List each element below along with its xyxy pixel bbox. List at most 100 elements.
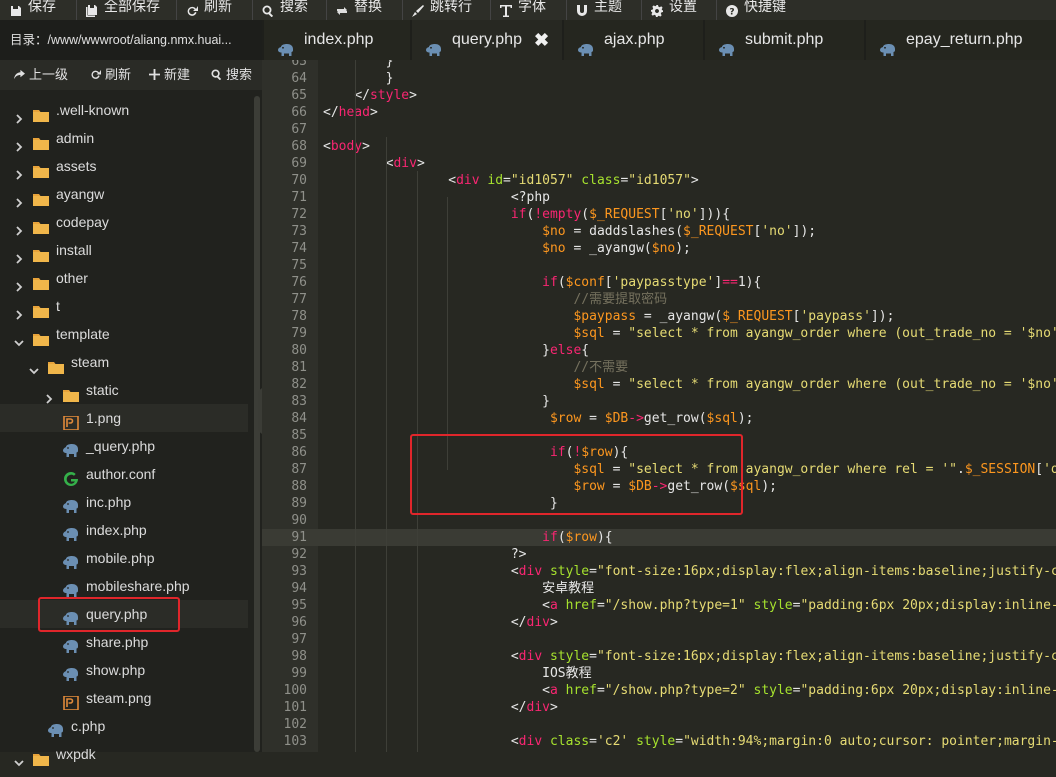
- toolbar-button-label: 搜索: [280, 0, 308, 14]
- code-line[interactable]: 73 $no = daddslashes($_REQUEST['no']);: [262, 223, 1056, 240]
- code-line[interactable]: 77 //需要提取密码: [262, 291, 1056, 308]
- tree-folder[interactable]: .well-known: [0, 96, 248, 124]
- code-line[interactable]: 74 $no = _ayangw($no);: [262, 240, 1056, 257]
- code-line[interactable]: 65 </style>: [262, 87, 1056, 104]
- toolbar-save-button[interactable]: 保存: [10, 0, 56, 18]
- tree-folder[interactable]: admin: [0, 124, 248, 152]
- tree-folder[interactable]: t: [0, 292, 248, 320]
- sidebar-share-button[interactable]: 上一级: [14, 60, 68, 90]
- sidebar-search-button[interactable]: 搜索: [211, 60, 252, 90]
- tab-index-php[interactable]: index.php: [264, 20, 410, 60]
- save-all-icon: [86, 0, 98, 18]
- code-line[interactable]: 69 <div>: [262, 155, 1056, 172]
- code-line[interactable]: 102: [262, 716, 1056, 733]
- tree-folder[interactable]: wxpdk: [0, 740, 248, 768]
- tree-item-label: index.php: [86, 522, 147, 538]
- code-line[interactable]: 64 }: [262, 70, 1056, 87]
- tree-folder[interactable]: install: [0, 236, 248, 264]
- code-line[interactable]: 93 <div style="font-size:16px;display:fl…: [262, 563, 1056, 580]
- chevron-right-icon[interactable]: [14, 189, 24, 208]
- chevron-down-icon[interactable]: [14, 329, 24, 347]
- tree-file[interactable]: index.php: [0, 516, 248, 544]
- chevron-right-icon[interactable]: [14, 161, 24, 180]
- code-line[interactable]: 76 if($conf['paypasstype']==1){: [262, 274, 1056, 291]
- code-line[interactable]: 78 $paypass = _ayangw($_REQUEST['paypass…: [262, 308, 1056, 325]
- tree-file[interactable]: author.conf: [0, 460, 248, 488]
- tree-folder[interactable]: codepay: [0, 208, 248, 236]
- code-line[interactable]: 100 <a href="/show.php?type=2" style="pa…: [262, 682, 1056, 699]
- chevron-down-icon[interactable]: [14, 749, 24, 767]
- tab-epay-return-php[interactable]: epay_return.php: [866, 20, 1056, 60]
- code-line[interactable]: 67: [262, 121, 1056, 138]
- chevron-right-icon[interactable]: [14, 245, 24, 264]
- toolbar-save-all-button[interactable]: 全部保存: [86, 0, 160, 18]
- code-line[interactable]: 98 <div style="font-size:16px;display:fl…: [262, 648, 1056, 665]
- toolbar-theme-button[interactable]: 主题: [576, 0, 622, 18]
- code-line[interactable]: 72 if(!empty($_REQUEST['no'])){: [262, 206, 1056, 223]
- code-line[interactable]: 92 ?>: [262, 546, 1056, 563]
- code-line[interactable]: 80 }else{: [262, 342, 1056, 359]
- chevron-right-icon[interactable]: [44, 385, 54, 404]
- tree-file[interactable]: c.php: [0, 712, 248, 740]
- tree-file[interactable]: steam.png: [0, 684, 248, 712]
- code-line[interactable]: 68 <body>: [262, 138, 1056, 155]
- code-line[interactable]: 63 }: [262, 60, 1056, 70]
- code-line[interactable]: 71 <?php: [262, 189, 1056, 206]
- code-line[interactable]: 70 <div id="id1057" class="id1057">: [262, 172, 1056, 189]
- tab-ajax-php[interactable]: ajax.php: [564, 20, 703, 60]
- tree-file[interactable]: share.php: [0, 628, 248, 656]
- code-line[interactable]: 94 安卓教程: [262, 580, 1056, 597]
- sidebar-plus-button[interactable]: 新建: [149, 60, 190, 90]
- code-line[interactable]: 91 if($row){: [262, 529, 1056, 546]
- tree-folder[interactable]: other: [0, 264, 248, 292]
- code-line[interactable]: 81 //不需要: [262, 359, 1056, 376]
- code-line[interactable]: 82 $sql = "select * from ayangw_order wh…: [262, 376, 1056, 393]
- code-editor[interactable]: 63 }64 }65 </style>66</head>6768<body>69…: [262, 60, 1056, 752]
- chevron-right-icon[interactable]: [14, 301, 24, 320]
- toolbar-replace-button[interactable]: 替换: [336, 0, 382, 18]
- tree-file[interactable]: mobileshare.php: [0, 572, 248, 600]
- tree-file[interactable]: mobile.php: [0, 544, 248, 572]
- chevron-right-icon[interactable]: [14, 217, 24, 236]
- tree-file[interactable]: inc.php: [0, 488, 248, 516]
- chevron-right-icon[interactable]: [14, 105, 24, 124]
- toolbar-refresh-button[interactable]: 刷新: [186, 0, 232, 18]
- code-line[interactable]: 96 </div>: [262, 614, 1056, 631]
- sidebar-refresh-button[interactable]: 刷新: [90, 60, 131, 90]
- sidebar-button-label: 刷新: [105, 67, 132, 82]
- tab-query-php[interactable]: query.php ✖: [412, 20, 562, 60]
- code-line[interactable]: 103 <div class='c2' style="width:94%;mar…: [262, 733, 1056, 750]
- line-number: 103: [283, 734, 307, 749]
- chevron-down-icon[interactable]: [29, 357, 39, 375]
- code-line[interactable]: 99 IOS教程: [262, 665, 1056, 682]
- php-file-icon: [63, 439, 79, 457]
- tree-folder[interactable]: ayangw: [0, 180, 248, 208]
- code-line[interactable]: 84 $row = $DB->get_row($sql);: [262, 410, 1056, 427]
- tab-submit-php[interactable]: submit.php: [705, 20, 864, 60]
- tree-folder[interactable]: steam: [0, 348, 248, 376]
- chevron-right-icon[interactable]: [14, 133, 24, 152]
- tree-folder[interactable]: template: [0, 320, 248, 348]
- folder-icon: [33, 131, 49, 150]
- chevron-right-icon[interactable]: [14, 273, 24, 292]
- toolbar-font-button[interactable]: 字体: [500, 0, 546, 18]
- tree-folder[interactable]: assets: [0, 152, 248, 180]
- code-line[interactable]: 79 $sql = "select * from ayangw_order wh…: [262, 325, 1056, 342]
- tree-item-label: _query.php: [86, 438, 156, 454]
- code-line[interactable]: 66 </head>: [262, 104, 1056, 121]
- toolbar-goto-line-button[interactable]: 跳转行: [412, 0, 472, 18]
- code-line[interactable]: 101 </div>: [262, 699, 1056, 716]
- tree-file[interactable]: _query.php: [0, 432, 248, 460]
- toolbar-search-button[interactable]: 搜索: [262, 0, 308, 18]
- tree-file[interactable]: show.php: [0, 656, 248, 684]
- code-line[interactable]: 97: [262, 631, 1056, 648]
- toolbar-help-button[interactable]: ? 快捷键: [726, 0, 786, 18]
- close-icon[interactable]: ✖: [534, 20, 549, 60]
- tree-file[interactable]: 1.png: [0, 404, 248, 432]
- tree-folder[interactable]: static: [0, 376, 248, 404]
- code-line[interactable]: 83 }: [262, 393, 1056, 410]
- code-line[interactable]: 95 <a href="/show.php?type=1" style="pad…: [262, 597, 1056, 614]
- php-file-icon: [426, 33, 442, 56]
- toolbar-gear-button[interactable]: 设置: [651, 0, 697, 18]
- code-line[interactable]: 75: [262, 257, 1056, 274]
